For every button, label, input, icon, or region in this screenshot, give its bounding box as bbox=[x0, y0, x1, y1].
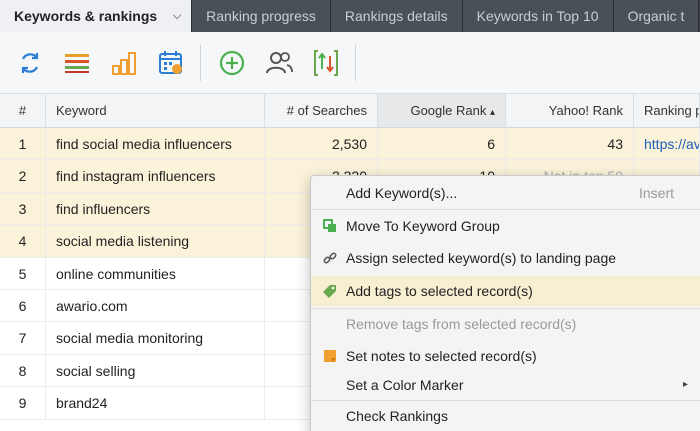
row-number: 2 bbox=[0, 160, 46, 192]
row-google-rank: 6 bbox=[378, 128, 506, 160]
menu-item-assign-landing[interactable]: Assign selected keyword(s) to landing pa… bbox=[311, 243, 700, 273]
row-keyword: social selling bbox=[46, 354, 265, 387]
col-header-num[interactable]: # bbox=[0, 94, 46, 127]
row-keyword: find instagram influencers bbox=[46, 160, 265, 192]
col-header-keyword[interactable]: Keyword bbox=[46, 94, 265, 127]
row-keyword: social media listening bbox=[46, 225, 265, 257]
tab-bar: Keywords & rankings ⌵ Ranking progress R… bbox=[0, 0, 700, 32]
toolbar-divider bbox=[355, 44, 356, 81]
calendar-icon[interactable] bbox=[155, 47, 187, 79]
row-searches: 2,530 bbox=[265, 128, 378, 160]
row-yahoo-rank: 43 bbox=[506, 128, 634, 160]
add-circle-icon[interactable] bbox=[216, 47, 248, 79]
row-number: 3 bbox=[0, 192, 46, 225]
col-header-searches[interactable]: # of Searches bbox=[265, 94, 378, 127]
row-keyword: brand24 bbox=[46, 387, 265, 419]
row-number: 9 bbox=[0, 387, 46, 419]
import-export-icon[interactable] bbox=[310, 47, 342, 79]
refresh-icon[interactable] bbox=[14, 47, 46, 79]
menu-item-label: Set a Color Marker bbox=[346, 377, 464, 393]
menu-item-label: Remove tags from selected record(s) bbox=[346, 316, 577, 332]
link-icon bbox=[323, 252, 337, 264]
menu-item-label: Add Keyword(s)... bbox=[346, 185, 458, 201]
bar-chart-icon[interactable] bbox=[108, 47, 140, 79]
menu-divider bbox=[311, 209, 700, 210]
col-header-google-label: Google Rank bbox=[410, 103, 487, 118]
tag-icon bbox=[323, 285, 336, 298]
row-number: 1 bbox=[0, 128, 46, 160]
submenu-arrow-icon: ▸ bbox=[682, 379, 688, 390]
table-header: # Keyword # of Searches Google Rank ▴ Ya… bbox=[0, 94, 700, 128]
users-icon[interactable] bbox=[263, 47, 295, 79]
row-keyword: find social media influencers bbox=[46, 128, 265, 160]
table-row[interactable]: 1 find social media influencers 2,530 6 43 ht… bbox=[0, 128, 700, 161]
tab-label: Keywords & rankings bbox=[14, 8, 158, 24]
menu-item-label: Set notes to selected record(s) bbox=[346, 348, 537, 364]
menu-item-move-group[interactable]: Move To Keyword Group bbox=[311, 211, 700, 241]
menu-item-add-keywords[interactable]: Add Keyword(s)... Insert bbox=[311, 178, 700, 208]
row-number: 5 bbox=[0, 257, 46, 289]
tab-keywords-top10[interactable]: Keywords in Top 10 bbox=[462, 0, 614, 32]
shortcut-hint: Insert bbox=[638, 185, 674, 201]
context-menu: Add Keyword(s)... Insert Move To Keyword… bbox=[310, 175, 700, 431]
menu-item-set-notes[interactable]: Set notes to selected record(s) bbox=[311, 341, 700, 371]
row-number: 4 bbox=[0, 225, 46, 257]
tab-organic[interactable]: Organic t bbox=[613, 0, 700, 32]
menu-item-color-marker[interactable]: Set a Color Marker ▸ bbox=[311, 370, 700, 400]
menu-item-label: Check Rankings bbox=[346, 408, 448, 424]
menu-item-add-tags[interactable]: Add tags to selected record(s) bbox=[311, 276, 700, 306]
row-keyword: awario.com bbox=[46, 289, 265, 322]
menu-item-check-rankings[interactable]: Check Rankings bbox=[311, 401, 700, 431]
tab-keywords-rankings[interactable]: Keywords & rankings ⌵ bbox=[0, 0, 193, 32]
row-ranking-page[interactable]: https://av bbox=[634, 128, 700, 160]
col-header-google-rank[interactable]: Google Rank ▴ bbox=[378, 94, 506, 127]
toolbar bbox=[0, 32, 700, 94]
menu-item-label: Assign selected keyword(s) to landing pa… bbox=[346, 250, 617, 266]
menu-item-label: Add tags to selected record(s) bbox=[346, 283, 533, 299]
list-lines-icon[interactable] bbox=[61, 47, 93, 79]
row-keyword: find influencers bbox=[46, 192, 265, 225]
row-keyword: online communities bbox=[46, 257, 265, 289]
note-icon bbox=[324, 350, 336, 362]
tab-ranking-progress[interactable]: Ranking progress bbox=[192, 0, 331, 32]
toolbar-divider bbox=[200, 44, 201, 81]
sort-asc-icon: ▴ bbox=[489, 107, 495, 118]
col-header-yahoo-rank[interactable]: Yahoo! Rank bbox=[506, 94, 634, 127]
menu-item-label: Move To Keyword Group bbox=[346, 218, 500, 234]
chevron-down-icon[interactable]: ⌵ bbox=[173, 0, 181, 32]
tab-rankings-details[interactable]: Rankings details bbox=[330, 0, 463, 32]
row-number: 7 bbox=[0, 322, 46, 354]
menu-item-remove-tags[interactable]: Remove tags from selected record(s) bbox=[311, 309, 700, 339]
row-number: 8 bbox=[0, 354, 46, 387]
row-keyword: social media monitoring bbox=[46, 322, 265, 354]
col-header-ranking-page[interactable]: Ranking p bbox=[634, 94, 700, 127]
group-icon bbox=[323, 219, 336, 232]
row-number: 6 bbox=[0, 289, 46, 322]
